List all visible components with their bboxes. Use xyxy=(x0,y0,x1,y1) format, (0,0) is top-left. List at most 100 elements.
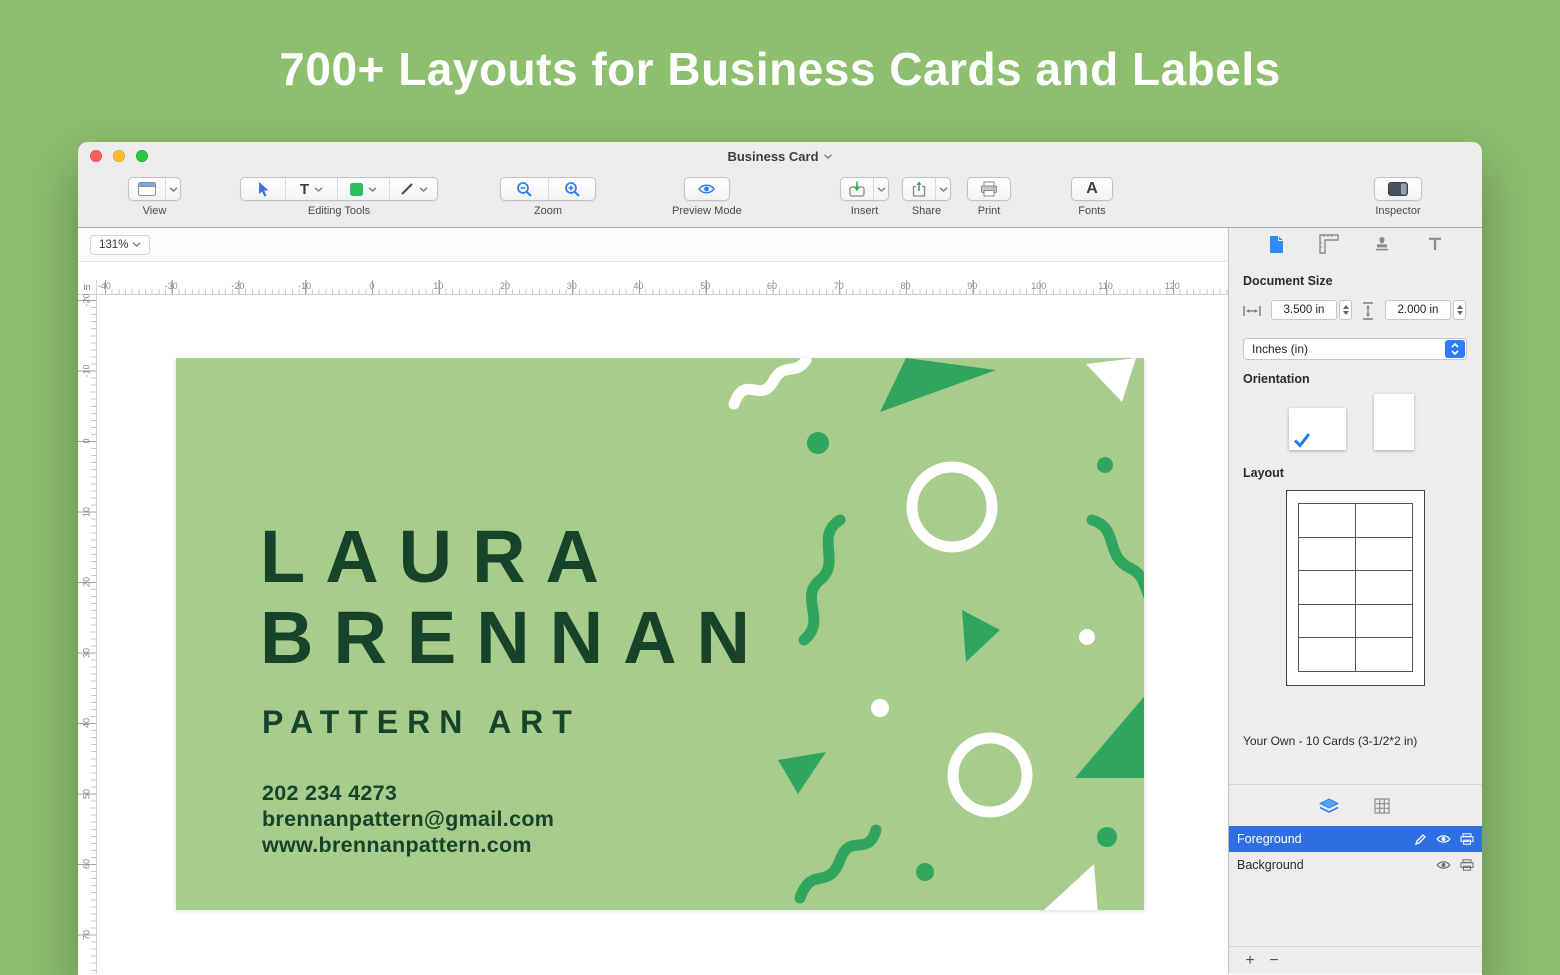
view-button[interactable] xyxy=(129,178,165,200)
inspector-tabs xyxy=(1229,228,1482,260)
width-stepper[interactable] xyxy=(1339,300,1352,320)
ruler-number: -20 xyxy=(82,292,92,309)
layer-row-background[interactable]: Background xyxy=(1229,852,1482,878)
insert-group: Insert xyxy=(840,177,889,217)
ruler-number: -10 xyxy=(82,362,92,379)
select-tool-button[interactable] xyxy=(241,178,285,200)
zoom-out-icon xyxy=(516,181,533,198)
line-tool-button[interactable] xyxy=(389,178,437,200)
zoom-strip: 131% xyxy=(78,228,1228,262)
fullscreen-button[interactable] xyxy=(136,150,148,162)
remove-layer-button[interactable]: − xyxy=(1263,953,1285,969)
zoom-group: Zoom xyxy=(500,177,596,217)
card-subtitle-text[interactable]: PATTERN ART xyxy=(262,704,581,741)
ruler-number: 0 xyxy=(82,433,92,450)
share-button-row xyxy=(902,177,951,201)
ruler-number: 10 xyxy=(82,503,92,520)
layers-tab[interactable] xyxy=(1318,795,1340,817)
ruler-number: 60 xyxy=(767,281,777,291)
view-menu-chevron[interactable] xyxy=(165,178,180,200)
document-title-menu[interactable]: Business Card xyxy=(727,142,832,170)
zoom-button-row xyxy=(500,177,596,201)
minimize-button[interactable] xyxy=(113,150,125,162)
layout-cell xyxy=(1298,503,1355,537)
layer-visibility-icon[interactable] xyxy=(1436,834,1451,844)
business-card[interactable]: LAURA BRENNAN PATTERN ART 202 234 4273 b… xyxy=(176,358,1144,910)
fonts-button[interactable]: A xyxy=(1072,178,1112,200)
orientation-portrait-option[interactable] xyxy=(1374,394,1414,450)
width-input[interactable]: 3.500 in xyxy=(1271,300,1337,320)
height-input[interactable]: 2.000 in xyxy=(1385,300,1451,320)
card-name-text[interactable]: LAURA BRENNAN xyxy=(260,516,770,678)
layout-label: Layout xyxy=(1243,466,1284,480)
print-group: Print xyxy=(967,177,1011,217)
ruler-number: 0 xyxy=(369,281,374,291)
tab-text[interactable] xyxy=(1424,233,1446,255)
grid-tab[interactable] xyxy=(1371,795,1393,817)
ruler-number: 10 xyxy=(433,281,443,291)
layers-panel-tabs xyxy=(1229,788,1482,824)
layer-icons xyxy=(1414,833,1474,846)
card-name-line2: BRENNAN xyxy=(260,597,770,678)
height-stepper[interactable] xyxy=(1453,300,1466,320)
height-icon xyxy=(1362,302,1374,320)
tab-appearance[interactable] xyxy=(1371,233,1393,255)
layer-printable-icon[interactable] xyxy=(1460,859,1474,871)
cursor-icon xyxy=(257,181,270,197)
close-button[interactable] xyxy=(90,150,102,162)
fonts-label: Fonts xyxy=(1078,205,1106,217)
share-button[interactable] xyxy=(903,178,935,200)
preview-mode-button[interactable] xyxy=(685,178,729,200)
view-button-row xyxy=(128,177,181,201)
horizontal-ruler: -40-30-20-100102030405060708090100110120 xyxy=(97,280,1228,295)
print-button[interactable] xyxy=(968,178,1010,200)
layer-row-foreground[interactable]: Foreground xyxy=(1229,826,1482,852)
ruler-number: -40 xyxy=(98,281,111,291)
layout-cell xyxy=(1355,537,1412,571)
zoom-level-dropdown[interactable]: 131% xyxy=(90,235,150,255)
card-email: brennanpattern@gmail.com xyxy=(262,806,554,832)
tab-rulers[interactable] xyxy=(1318,233,1340,255)
edit-layer-icon[interactable] xyxy=(1414,833,1427,846)
inspector-button-row xyxy=(1374,177,1422,201)
popup-chevrons-icon xyxy=(1445,340,1465,358)
insert-menu-chevron[interactable] xyxy=(873,178,888,200)
editing-tools-label: Editing Tools xyxy=(308,205,370,217)
ruler-number: 20 xyxy=(500,281,510,291)
text-tool-icon: T xyxy=(300,182,309,197)
zoom-in-button[interactable] xyxy=(548,178,595,200)
zoom-level-value: 131% xyxy=(99,239,128,251)
view-icon xyxy=(138,182,156,196)
tab-document[interactable] xyxy=(1265,233,1287,255)
card-name-line1: LAURA xyxy=(260,516,770,597)
layout-description: Your Own - 10 Cards (3-1/2*2 in) xyxy=(1243,734,1474,748)
add-layer-button[interactable]: + xyxy=(1239,953,1261,969)
preview-mode-label: Preview Mode xyxy=(672,205,742,217)
units-dropdown[interactable]: Inches (in) xyxy=(1243,338,1467,360)
editing-tools-button-row: T xyxy=(240,177,438,201)
layer-name: Background xyxy=(1237,858,1304,872)
sidebar-divider xyxy=(1229,784,1482,785)
grid-icon xyxy=(1374,798,1390,814)
insert-button[interactable] xyxy=(841,178,873,200)
width-icon xyxy=(1243,305,1261,317)
stamp-tab-icon xyxy=(1373,235,1391,253)
printer-icon xyxy=(980,181,998,197)
chevron-down-icon xyxy=(368,187,377,192)
share-icon xyxy=(911,181,927,197)
card-contact-text[interactable]: 202 234 4273 brennanpattern@gmail.com ww… xyxy=(262,780,554,858)
share-menu-chevron[interactable] xyxy=(935,178,950,200)
layout-cell xyxy=(1355,637,1412,671)
editing-tools-group: T Editing Tools xyxy=(240,177,438,217)
text-tab-icon xyxy=(1427,236,1443,252)
shape-tool-button[interactable] xyxy=(337,178,389,200)
zoom-out-button[interactable] xyxy=(501,178,548,200)
insert-label: Insert xyxy=(851,205,879,217)
design-canvas[interactable]: in -40-30-20-100102030405060708090100110… xyxy=(78,262,1228,974)
layer-visibility-icon[interactable] xyxy=(1436,860,1451,870)
zoom-label: Zoom xyxy=(534,205,562,217)
inspector-button[interactable] xyxy=(1375,178,1421,200)
text-tool-button[interactable]: T xyxy=(285,178,337,200)
document-size-label: Document Size xyxy=(1243,274,1333,288)
layer-printable-icon[interactable] xyxy=(1460,833,1474,845)
